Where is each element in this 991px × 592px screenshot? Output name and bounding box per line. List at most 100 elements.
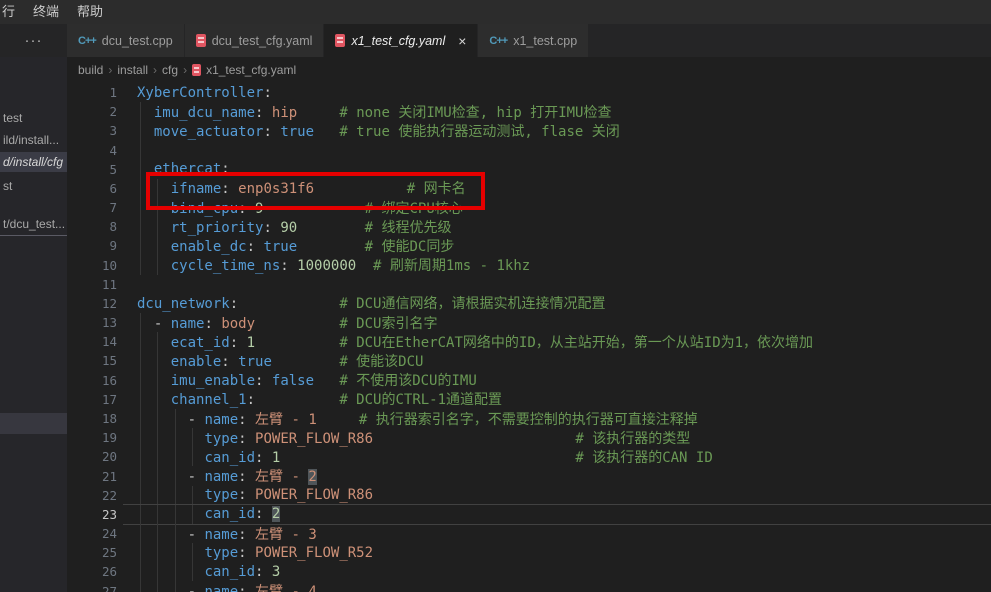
code-token: bind_cpu (171, 201, 238, 217)
indent-guide (175, 409, 176, 428)
line-number: 23 (67, 507, 117, 522)
code-line[interactable]: 9 enable_dc: true # 使能DC同步 (67, 236, 991, 255)
code-token (137, 450, 204, 466)
code-line[interactable]: 1XyberController: (67, 83, 991, 102)
code-line[interactable]: 24 - name: 左臂 - 3 (67, 524, 991, 543)
code-line[interactable]: 13 - name: body # DCU索引名字 (67, 313, 991, 332)
line-number: 2 (67, 104, 117, 119)
indent-guide (140, 313, 141, 332)
breadcrumb: build›install›cfg›x1_test_cfg.yaml (67, 57, 991, 83)
code-line[interactable]: 5 ethercat: (67, 160, 991, 179)
code-token: # none 关闭IMU检查, hip 打开IMU检查 (339, 105, 611, 121)
panel-item-1[interactable]: ild/install... (3, 130, 67, 150)
code-token: : (263, 124, 271, 140)
code-line[interactable]: 12dcu_network: # DCU通信网络，请根据实机连接情况配置 (67, 294, 991, 313)
code-line-text: ethercat: (137, 161, 230, 177)
breadcrumb-separator: › (153, 63, 157, 77)
indent-guide (157, 332, 158, 351)
code-line[interactable]: 27 - name: 左臂 - 4 (67, 581, 991, 592)
code-line-text: imu_dcu_name: hip # none 关闭IMU检查, hip 打开… (137, 102, 612, 122)
breadcrumb-item-cfg[interactable]: cfg (162, 63, 178, 77)
code-line[interactable]: 25 type: POWER_FLOW_R52 (67, 543, 991, 562)
panel-selected-row[interactable] (0, 413, 67, 434)
code-token: can_id (204, 506, 255, 522)
panel-item-4[interactable]: t/dcu_test... (3, 214, 67, 234)
tab-x1_test_cfg.yaml[interactable]: x1_test_cfg.yaml × (324, 24, 478, 57)
code-token (373, 431, 575, 447)
panel-item-3[interactable]: st (3, 176, 67, 196)
code-line[interactable]: 4 (67, 141, 991, 160)
code-line[interactable]: 7 bind_cpu: 9 # 绑定CPU核心 (67, 198, 991, 217)
indent-guide (175, 505, 176, 524)
yaml-file-icon (192, 64, 201, 76)
code-token: imu_enable (171, 373, 255, 389)
code-token: # DCU通信网络，请根据实机连接情况配置 (339, 296, 605, 312)
line-number: 22 (67, 488, 117, 503)
code-token: name (204, 469, 238, 485)
code-line[interactable]: 10 cycle_time_ns: 1000000 # 刷新周期1ms - 1k… (67, 256, 991, 275)
code-token (255, 316, 339, 332)
code-line[interactable]: 3 move_actuator: true # true 使能执行器运动测试, … (67, 121, 991, 140)
code-line[interactable]: 21 - name: 左臂 - 2 (67, 466, 991, 485)
code-line-text: - name: 左臂 - 4 (137, 581, 317, 592)
breadcrumb-item-install[interactable]: install (117, 63, 148, 77)
tab-dcu_test_cfg.yaml[interactable]: dcu_test_cfg.yaml (185, 24, 325, 57)
code-token: : (238, 201, 246, 217)
menu-item-2[interactable]: 帮助 (68, 0, 112, 24)
code-line[interactable]: 14 ecat_id: 1 # DCU在EtherCAT网络中的ID，从主站开始… (67, 332, 991, 351)
code-token: false (272, 373, 314, 389)
indent-guide (192, 562, 193, 581)
code-line[interactable]: 26 can_id: 3 (67, 562, 991, 581)
line-number: 21 (67, 469, 117, 484)
code-token (137, 545, 204, 561)
panel-item-2[interactable]: d/install/cfg (0, 152, 67, 172)
code-token: 左臂 - 4 (255, 584, 317, 592)
code-token (238, 296, 339, 312)
yaml-file-icon (196, 34, 206, 47)
code-token: type (204, 487, 238, 503)
menu-item-1[interactable]: 终端 (24, 0, 68, 24)
code-line-text: imu_enable: false # 不使用该DCU的IMU (137, 370, 477, 390)
indent-guide (157, 236, 158, 255)
breadcrumb-file[interactable]: x1_test_cfg.yaml (206, 63, 296, 77)
code-line[interactable]: 6 ifname: enp0s31f6 # 网卡名 (67, 179, 991, 198)
code-token (314, 373, 339, 389)
code-editor[interactable]: 1XyberController:2 imu_dcu_name: hip # n… (67, 83, 991, 592)
code-token (137, 506, 204, 522)
tab-label: x1_test_cfg.yaml (351, 34, 445, 48)
code-line[interactable]: 11 (67, 275, 991, 294)
tab-x1_test.cpp[interactable]: C++x1_test.cpp (478, 24, 589, 57)
code-token: # true 使能执行器运动测试, flase 关闭 (339, 124, 619, 140)
panel-item-0[interactable]: test (3, 108, 67, 128)
menu-item-0[interactable]: 行 (0, 0, 24, 24)
breadcrumb-item-build[interactable]: build (78, 63, 103, 77)
code-token: : (280, 258, 288, 274)
code-token (137, 239, 171, 255)
tab-close-icon[interactable]: × (458, 34, 466, 48)
indent-guide (175, 466, 176, 485)
code-line[interactable]: 23 can_id: 2 (67, 505, 991, 524)
code-line[interactable]: 20 can_id: 1 # 该执行器的CAN ID (67, 447, 991, 466)
cpp-file-icon: C++ (78, 35, 96, 47)
indent-guide (157, 524, 158, 543)
code-line[interactable]: 15 enable: true # 使能该DCU (67, 351, 991, 370)
code-line[interactable]: 16 imu_enable: false # 不使用该DCU的IMU (67, 371, 991, 390)
code-line[interactable]: 2 imu_dcu_name: hip # none 关闭IMU检查, hip … (67, 102, 991, 121)
line-number: 20 (67, 449, 117, 464)
tab-overflow-button[interactable]: ··· (0, 24, 67, 57)
code-token (247, 469, 255, 485)
code-token (247, 584, 255, 592)
code-line[interactable]: 22 type: POWER_FLOW_R86 (67, 486, 991, 505)
code-token: true (238, 354, 272, 370)
code-line[interactable]: 8 rt_priority: 90 # 线程优先级 (67, 217, 991, 236)
indent-guide (175, 581, 176, 592)
code-line-text: - name: 左臂 - 1 # 执行器索引名字，不需要控制的执行器可直接注释掉 (137, 409, 698, 429)
code-token: imu_dcu_name (154, 105, 255, 121)
code-token (137, 487, 204, 503)
tab-dcu_test.cpp[interactable]: C++dcu_test.cpp (67, 24, 185, 57)
code-line[interactable]: 19 type: POWER_FLOW_R86 # 该执行器的类型 (67, 428, 991, 447)
code-line[interactable]: 17 channel_1: # DCU的CTRL-1通道配置 (67, 390, 991, 409)
code-line-text: dcu_network: # DCU通信网络，请根据实机连接情况配置 (137, 293, 605, 313)
code-line[interactable]: 18 - name: 左臂 - 1 # 执行器索引名字，不需要控制的执行器可直接… (67, 409, 991, 428)
indent-guide (175, 524, 176, 543)
